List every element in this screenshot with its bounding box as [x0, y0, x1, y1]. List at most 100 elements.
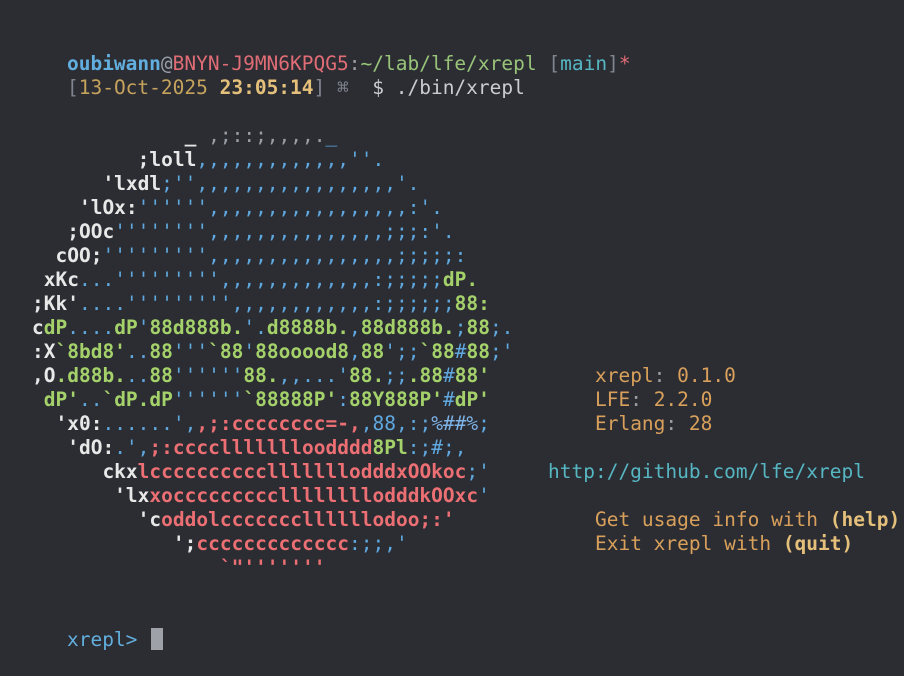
terminal-window[interactable]: oubiwann@BNYN-J9MN6KPQG5:~/lab/lfe/xrepl… — [0, 0, 904, 651]
git-branch: main — [560, 52, 608, 75]
logo-segment: d8888b. — [266, 316, 350, 339]
logo-segment: .', — [114, 436, 150, 459]
logo-segment: clllllll — [255, 460, 349, 483]
erlang-sep: : — [665, 412, 689, 435]
logo-segment: :; — [407, 412, 432, 435]
logo-segment: dP. — [442, 268, 479, 291]
date-open: [ — [66, 76, 79, 99]
logo-segment: `dP.dP — [102, 388, 173, 411]
logo-row: dP'..`dP.dP''''''`88888P':88Y888P'#dP' — [32, 388, 513, 412]
logo-segment: ;' — [489, 340, 514, 363]
logo-segment: ,,...' — [278, 364, 350, 387]
logo-segment: :;#;, — [407, 436, 467, 459]
logo-segment: ' — [478, 484, 490, 507]
logo-segment: .88 — [407, 364, 443, 387]
logo-segment: `88 — [419, 340, 455, 363]
erlang-label: Erlang — [594, 412, 666, 435]
logo-segment: '; — [32, 532, 197, 555]
logo-row: ,O.d88b...88''''''88.,,...'88.;;.88#88' — [32, 364, 513, 388]
logo-row: 'lOx:'''''',,,,,,,,,,,,,,,,,:'. — [32, 196, 513, 220]
logo-row: ;OOc'''''''',,,,,,,,,,,,,,,;;;:'. — [32, 220, 513, 244]
logo-segment: '''''''',,,,,,,,,,,,,,,;;;:'. — [114, 220, 455, 243]
logo-row: 'lxxocccccccccllllllllodddkOOxc' — [32, 484, 513, 508]
logo-segment: 8Pl — [372, 436, 408, 459]
logo-segment: .. — [78, 388, 103, 411]
logo-segment: ;'',,,,,,,,,,,,,,,,,'. — [161, 172, 420, 195]
logo-segment: xoccccccccc — [149, 484, 279, 507]
logo-segment: .d88b. — [55, 364, 126, 387]
project-url-link[interactable]: http://github.com/lfe/xrepl — [548, 460, 865, 484]
branch-open: [ — [536, 52, 561, 75]
date-close: ] — [313, 76, 326, 99]
logo-segment: 88 — [466, 340, 490, 363]
logo-segment: 88ooood8 — [255, 340, 350, 363]
repl-prompt: xrepl> — [66, 628, 150, 651]
logo-segment: 88d888b. — [360, 316, 455, 339]
exit-text: Exit xrepl with — [594, 532, 783, 555]
logo-segment: ' — [243, 340, 256, 363]
logo-segment: ;:ccc — [149, 436, 209, 459]
logo-segment: 'x0: — [32, 412, 103, 435]
logo-segment: 88' — [454, 364, 490, 387]
logo-row: 'lxdl;'',,,,,,,,,,,,,,,,,'. — [32, 172, 513, 196]
prompt-date: 13-Oct-2025 — [78, 76, 220, 99]
logo-segment: '''''' — [172, 388, 244, 411]
logo-row: cOO;''''''''',,,,,,,,,,,,,,,,;;;;;: — [32, 244, 513, 268]
logo-row: ;loll,,,,,,,,,,,,,''. — [32, 148, 513, 172]
logo-segment: , — [349, 316, 361, 339]
logo-segment: ';; — [384, 340, 420, 363]
repl-input-line[interactable]: xrepl> — [20, 604, 164, 651]
logo-segment: `88888P' — [243, 388, 338, 411]
logo-segment: clllllll — [208, 436, 303, 459]
logo-segment: odddkOOxc — [372, 484, 479, 507]
shell-prompt-line: oubiwann@BNYN-J9MN6KPQG5:~/lab/lfe/xrepl… — [20, 28, 631, 75]
logo-segment: `8bd8' — [55, 340, 126, 363]
logo-segment: .. — [125, 364, 150, 387]
executed-command: $ ./bin/xrepl — [372, 76, 525, 99]
logo-segment: _ — [325, 124, 338, 147]
logo-segment: ;OOc — [32, 220, 115, 243]
logo-row: 'x0:......',,;:cccccccc=-,,88,:;%##%; — [32, 412, 513, 436]
logo-segment: :X — [32, 340, 56, 363]
logo-segment: : — [337, 388, 350, 411]
logo-segment: dP' — [32, 388, 79, 411]
git-dirty-mark: * — [618, 52, 631, 75]
logo-segment: 88: — [454, 292, 490, 315]
logo-segment: oddolcccccc — [161, 508, 291, 531]
logo-segment: 88 — [360, 340, 385, 363]
logo-segment: ;Kk' — [32, 292, 79, 315]
command-line: [13-Oct-2025 23:05:14] ⌘ $ ./bin/xrepl — [20, 52, 525, 99]
logo-segment: ,;::;,,,,. — [208, 124, 326, 147]
logo-segment: ;loll — [32, 148, 197, 171]
logo-segment: xKc — [32, 268, 79, 291]
text-cursor[interactable] — [151, 628, 164, 650]
logo-row: 'coddolcccccccllllllodoo;:' — [32, 508, 513, 532]
logo-segment: # — [454, 340, 467, 363]
logo-row: xKc...''''''''',,,,,,,,,,,,,:;;;;;dP. — [32, 268, 513, 292]
logo-segment: , — [349, 340, 361, 363]
logo-segment: 88 — [149, 340, 173, 363]
logo-row: cdP....dP'88d888b.'.d8888b.,88d888b.;88;… — [32, 316, 513, 340]
logo-row: ';ccccccccccccc:;;,' — [32, 532, 513, 556]
logo-segment: 'lOx: — [32, 196, 138, 219]
logo-segment: 88d888b. — [149, 316, 244, 339]
logo-segment: 88. — [349, 364, 385, 387]
logo-segment: ;; — [384, 364, 408, 387]
logo-segment: ...''''''''',,,,,,,,,,,,,:;;;;; — [78, 268, 443, 291]
logo-segment: ckx — [32, 460, 138, 483]
logo-segment: `88 — [208, 340, 244, 363]
logo-segment: # — [442, 388, 455, 411]
logo-segment: ''''''''',,,,,,,,,,,,,,,,;;;;;: — [102, 244, 467, 267]
logo-segment: ;' — [466, 460, 490, 483]
logo-row: :X`8bd8'..88'''`88'88ooood8,88';;`88#88;… — [32, 340, 513, 364]
logo-segment: '''''',,,,,,,,,,,,,,,,,:'. — [137, 196, 443, 219]
logo-segment: odoo;:' — [372, 508, 455, 531]
logo-segment: ,,,,,,,,,,,,,''. — [196, 148, 385, 171]
logo-segment: dP — [43, 316, 68, 339]
logo-segment: cOO; — [32, 244, 103, 267]
logo-row: ;Kk'....''''''''',,,,,,,,,,,,:;;;;;;88: — [32, 292, 513, 316]
logo-segment: ,88, — [360, 412, 408, 435]
logo-segment: ccccccccccc — [196, 532, 326, 555]
logo-segment: _ — [32, 124, 209, 147]
logo-segment: ; — [454, 316, 467, 339]
